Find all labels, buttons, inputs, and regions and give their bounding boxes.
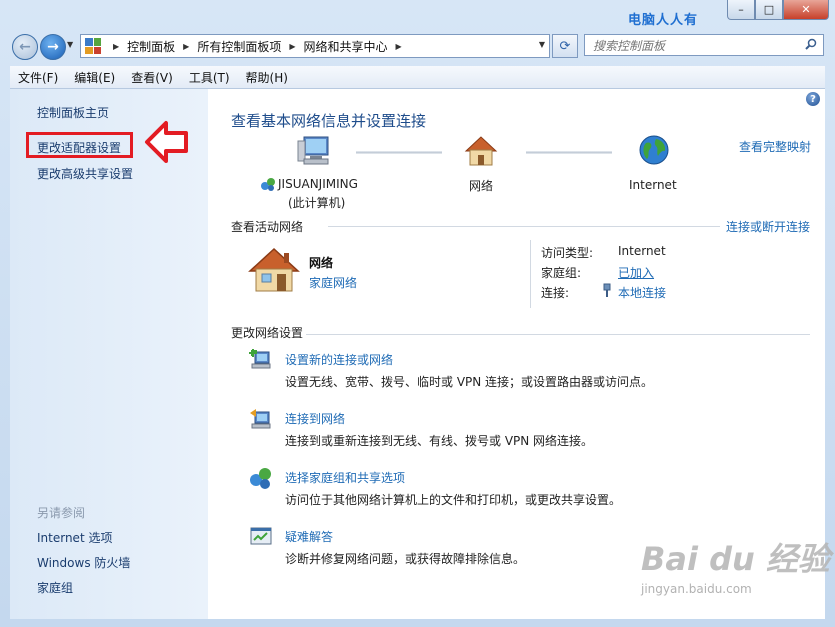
network-house-icon	[464, 136, 498, 166]
troubleshoot-icon	[250, 527, 272, 545]
task-troubleshoot-desc: 诊断并修复网络问题，或获得故障排除信息。	[285, 552, 526, 566]
menu-view[interactable]: 查看(V)	[123, 69, 181, 86]
active-networks-title: 查看活动网络	[231, 220, 304, 234]
task-connect-network-desc: 连接到或重新连接到无线、有线、拨号或 VPN 网络连接。	[285, 434, 594, 448]
window: 电脑人人有 – □ ✕ ← → ▼ ▶ 控制面板 ▶ 所有控制面板项 ▶ 网络和…	[0, 0, 835, 627]
menu-help[interactable]: 帮助(H)	[238, 69, 296, 86]
active-network-name: 网络	[309, 256, 334, 270]
view-full-map-link[interactable]: 查看完整映射	[739, 138, 811, 155]
internet-globe-icon	[639, 135, 669, 165]
help-icon[interactable]: ?	[806, 92, 820, 106]
task-setup-connection-desc: 设置无线、宽带、拨号、临时或 VPN 连接；或设置路由器或访问点。	[285, 375, 654, 389]
title-bar: 电脑人人有 – □ ✕	[0, 0, 835, 30]
sidebar-internet-options[interactable]: Internet 选项	[37, 529, 112, 546]
baidu-url: jingyan.baidu.com	[641, 582, 752, 596]
baidu-watermark: Bai du 经验 jingyan.baidu.com	[641, 534, 830, 596]
close-button[interactable]: ✕	[783, 0, 829, 20]
connection-line	[526, 151, 612, 154]
network-label: 网络	[469, 179, 494, 193]
red-arrow-icon	[145, 121, 188, 163]
chevron-right-icon[interactable]: ▶	[113, 42, 119, 51]
address-bar[interactable]: ▶ 控制面板 ▶ 所有控制面板项 ▶ 网络和共享中心 ▶ ▼	[80, 34, 550, 58]
connection-line	[356, 151, 442, 154]
home-network-link[interactable]: 家庭网络	[309, 274, 357, 291]
sidebar: 控制面板主页 更改适配器设置 更改高级共享设置 另请参阅 Internet 选项…	[10, 89, 208, 619]
network-small-icon	[261, 178, 275, 191]
sidebar-change-advanced-sharing[interactable]: 更改高级共享设置	[37, 165, 133, 182]
search-icon[interactable]	[805, 38, 817, 53]
task-homegroup-link[interactable]: 选择家庭组和共享选项	[285, 469, 405, 486]
maximize-button[interactable]: □	[755, 0, 783, 20]
connection-label: 连接:	[541, 286, 570, 300]
forward-arrow-icon: →	[47, 39, 59, 55]
chevron-right-icon[interactable]: ▶	[289, 42, 295, 51]
computer-icon	[297, 136, 329, 165]
change-settings-title: 更改网络设置	[231, 326, 304, 340]
connect-network-icon	[250, 409, 271, 429]
search-box[interactable]	[584, 34, 824, 56]
access-type-label: 访问类型:	[541, 246, 594, 260]
refresh-button[interactable]: ⟳	[552, 34, 578, 58]
sidebar-homegroup[interactable]: 家庭组	[37, 579, 73, 596]
see-also-heading: 另请参阅	[37, 506, 86, 520]
connect-disconnect-link[interactable]: 连接或断开连接	[726, 218, 810, 235]
menu-edit[interactable]: 编辑(E)	[66, 69, 123, 86]
menu-tools[interactable]: 工具(T)	[181, 69, 238, 86]
local-connection-link[interactable]: 本地连接	[618, 284, 666, 301]
access-type-value: Internet	[618, 244, 666, 258]
home-network-icon	[248, 247, 300, 292]
task-troubleshoot-link[interactable]: 疑难解答	[285, 528, 333, 545]
back-button[interactable]: ←	[12, 34, 38, 60]
homegroup-joined-link[interactable]: 已加入	[618, 264, 654, 281]
computer-subtitle: (此计算机)	[288, 196, 346, 210]
page-title: 查看基本网络信息并设置连接	[231, 112, 427, 130]
task-setup-connection-link[interactable]: 设置新的连接或网络	[285, 351, 393, 368]
title-watermark: 电脑人人有	[628, 13, 699, 28]
computer-name: JISUANJIMING	[278, 177, 358, 191]
baidu-logo: Bai du 经验	[641, 540, 830, 578]
breadcrumb-network-center[interactable]: 网络和共享中心	[304, 38, 388, 55]
navigation-bar: ← → ▼ ▶ 控制面板 ▶ 所有控制面板项 ▶ 网络和共享中心 ▶ ▼ ⟳	[0, 30, 835, 62]
history-dropdown-icon[interactable]: ▼	[67, 40, 73, 49]
chevron-right-icon[interactable]: ▶	[396, 42, 402, 51]
address-dropdown-icon[interactable]: ▼	[539, 40, 545, 49]
divider	[306, 334, 810, 335]
control-panel-icon	[85, 38, 101, 54]
task-connect-network-link[interactable]: 连接到网络	[285, 410, 345, 427]
homegroup-label: 家庭组:	[541, 266, 582, 280]
menu-bar: 文件(F) 编辑(E) 查看(V) 工具(T) 帮助(H)	[10, 66, 825, 89]
ethernet-plug-icon	[603, 283, 611, 297]
refresh-icon: ⟳	[559, 38, 571, 54]
highlight-box	[26, 132, 133, 158]
task-homegroup-desc: 访问位于其他网络计算机上的文件和打印机，或更改共享设置。	[285, 493, 622, 507]
minimize-button[interactable]: –	[727, 0, 755, 20]
new-connection-icon	[249, 349, 271, 369]
sidebar-control-panel-home[interactable]: 控制面板主页	[37, 104, 109, 121]
menu-file[interactable]: 文件(F)	[10, 69, 66, 86]
internet-label: Internet	[629, 178, 677, 192]
divider	[530, 240, 531, 308]
sidebar-windows-firewall[interactable]: Windows 防火墙	[37, 554, 130, 571]
forward-button[interactable]: →	[40, 34, 66, 60]
search-input[interactable]	[591, 36, 795, 56]
back-arrow-icon: ←	[19, 39, 31, 55]
breadcrumb-control-panel[interactable]: 控制面板	[127, 38, 175, 55]
chevron-right-icon[interactable]: ▶	[183, 42, 189, 51]
breadcrumb-all-items[interactable]: 所有控制面板项	[197, 38, 281, 55]
divider	[328, 226, 720, 227]
homegroup-sharing-icon	[250, 468, 271, 489]
